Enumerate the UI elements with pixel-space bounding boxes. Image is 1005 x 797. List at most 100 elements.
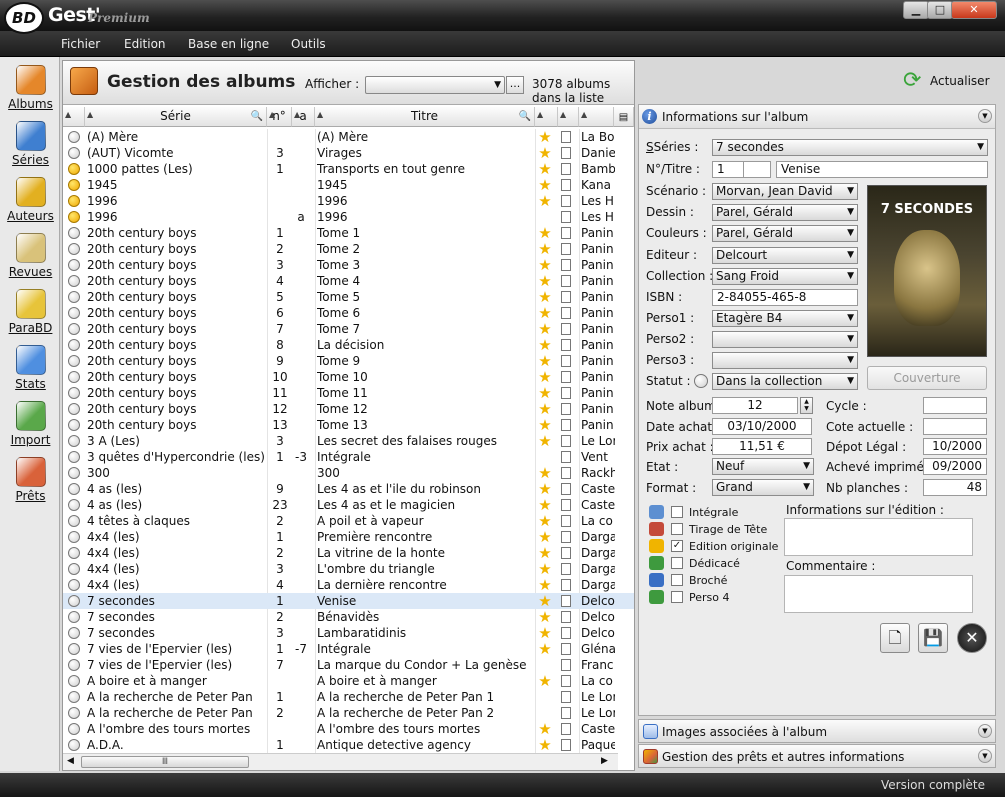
cote-field[interactable]: [923, 418, 987, 435]
table-row[interactable]: 1945 1945 ★ Kana: [63, 177, 634, 193]
table-row[interactable]: (AUT) Vicomte 3 Virages ★ Danie: [63, 145, 634, 161]
table-row[interactable]: 20th century boys 8 La décision ★ Panin: [63, 337, 634, 353]
table-row[interactable]: 7 secondes 2 Bénavidès ★ Delco: [63, 609, 634, 625]
a-column-header[interactable]: ▲ a: [292, 107, 315, 127]
collapse-icon[interactable]: ▼: [978, 109, 992, 123]
status-dot-icon[interactable]: [68, 243, 80, 255]
perso3-select[interactable]: ▼: [712, 352, 858, 369]
table-row[interactable]: 4x4 (les) 3 L'ombre du triangle ★ Darga: [63, 561, 634, 577]
comment-textarea[interactable]: [784, 575, 973, 613]
search-icon[interactable]: 🔍: [251, 107, 263, 126]
menu-base-en-ligne[interactable]: Base en ligne: [188, 37, 269, 51]
menu-edition[interactable]: Edition: [124, 37, 166, 51]
refresh-button[interactable]: ⟳ Actualiser: [903, 68, 993, 94]
table-row[interactable]: 4x4 (les) 1 Première rencontre ★ Darga: [63, 529, 634, 545]
status-dot-icon[interactable]: [68, 371, 80, 383]
checkbox-3[interactable]: [671, 557, 683, 569]
sidebar-item-revues[interactable]: Revues: [3, 233, 58, 285]
maximize-button[interactable]: □: [927, 1, 953, 19]
perso2-select[interactable]: ▼: [712, 331, 858, 348]
menu-fichier[interactable]: Fichier: [61, 37, 100, 51]
album-number-suffix-field[interactable]: [743, 161, 771, 178]
associated-images-section[interactable]: Images associées à l'album ▼: [638, 719, 996, 743]
scroll-thumb[interactable]: Ⅲ: [81, 756, 249, 768]
edition-column-header[interactable]: ▲: [535, 107, 558, 127]
date-field[interactable]: 03/10/2000: [712, 418, 812, 435]
serie-column-header[interactable]: ▲ Série 🔍: [85, 107, 267, 127]
expand-icon[interactable]: ▼: [978, 724, 992, 738]
statut-radio-icon[interactable]: [694, 374, 708, 388]
status-dot-icon[interactable]: [68, 675, 80, 687]
table-row[interactable]: 300 300 ★ Rackh: [63, 465, 634, 481]
minimize-button[interactable]: ▁: [903, 1, 929, 19]
edition-info-textarea[interactable]: [784, 518, 973, 556]
table-row[interactable]: A la recherche de Peter Pan 1 A la recherc…: [63, 689, 634, 705]
sidebar-item-parabd[interactable]: ParaBD: [3, 289, 58, 341]
delete-button[interactable]: ✕: [957, 623, 987, 653]
table-row[interactable]: 1996 a 1996 Les H: [63, 209, 634, 225]
save-button[interactable]: 💾: [918, 623, 948, 653]
status-dot-icon[interactable]: [68, 403, 80, 415]
status-dot-icon[interactable]: [68, 563, 80, 575]
table-row[interactable]: 20th century boys 11 Tome 11 ★ Panin: [63, 385, 634, 401]
table-row[interactable]: 20th century boys 1 Tome 1 ★ Panin: [63, 225, 634, 241]
table-row[interactable]: A la recherche de Peter Pan 2 A la recherc…: [63, 705, 634, 721]
status-dot-icon[interactable]: [68, 691, 80, 703]
filter-more-button[interactable]: ...: [506, 76, 524, 94]
titre-column-header[interactable]: ▲ Titre 🔍: [315, 107, 535, 127]
doc-column-header[interactable]: ▲: [558, 107, 579, 127]
table-row[interactable]: 4 as (les) 9 Les 4 as et l'ile du robinson…: [63, 481, 634, 497]
status-dot-icon[interactable]: [68, 259, 80, 271]
sidebar-item-auteurs[interactable]: Auteurs: [3, 177, 58, 229]
table-row[interactable]: 20th century boys 10 Tome 10 ★ Panin: [63, 369, 634, 385]
table-row[interactable]: 20th century boys 5 Tome 5 ★ Panin: [63, 289, 634, 305]
cover-button[interactable]: Couverture: [867, 366, 987, 390]
perso1-select[interactable]: Etagère B4 ▼: [712, 310, 858, 327]
status-dot-icon[interactable]: [68, 515, 80, 527]
status-dot-icon[interactable]: [68, 627, 80, 639]
isbn-field[interactable]: 2-84055-465-8: [712, 289, 858, 306]
table-row[interactable]: 20th century boys 6 Tome 6 ★ Panin: [63, 305, 634, 321]
table-row[interactable]: (A) Mère (A) Mère ★ La Bo: [63, 129, 634, 145]
dessin-select[interactable]: Parel, Gérald ▼: [712, 204, 858, 221]
series-select[interactable]: 7 secondes ▼: [712, 139, 988, 156]
status-dot-icon[interactable]: [68, 547, 80, 559]
album-number-field[interactable]: 1: [712, 161, 744, 178]
acheve-field[interactable]: 09/2000: [923, 458, 987, 475]
status-dot-icon[interactable]: [68, 339, 80, 351]
status-dot-icon[interactable]: [68, 211, 80, 223]
status-dot-icon[interactable]: [68, 595, 80, 607]
num-column-header[interactable]: ▲ n°: [267, 107, 292, 127]
table-row[interactable]: 1000 pattes (Les) 1 Transports en tout gen…: [63, 161, 634, 177]
editeur-select[interactable]: Delcourt ▼: [712, 247, 858, 264]
table-row[interactable]: A boire et à manger A boire et à manger ★ L…: [63, 673, 634, 689]
status-dot-icon[interactable]: [68, 435, 80, 447]
status-dot-icon[interactable]: [68, 195, 80, 207]
status-dot-icon[interactable]: [68, 531, 80, 543]
depot-field[interactable]: 10/2000: [923, 438, 987, 455]
table-row[interactable]: 20th century boys 3 Tome 3 ★ Panin: [63, 257, 634, 273]
prix-field[interactable]: 11,51 €: [712, 438, 812, 455]
sidebar-item-prets[interactable]: Prêts: [3, 457, 58, 509]
status-dot-icon[interactable]: [68, 291, 80, 303]
planches-field[interactable]: 48: [923, 479, 987, 496]
table-row[interactable]: 20th century boys 7 Tome 7 ★ Panin: [63, 321, 634, 337]
table-row[interactable]: 4 as (les) 23 Les 4 as et le magicien ★ Cast…: [63, 497, 634, 513]
table-row[interactable]: 20th century boys 4 Tome 4 ★ Panin: [63, 273, 634, 289]
expand-icon[interactable]: ▼: [978, 749, 992, 763]
table-row[interactable]: 4x4 (les) 4 La dernière rencontre ★ Darga: [63, 577, 634, 593]
status-dot-icon[interactable]: [68, 147, 80, 159]
format-select[interactable]: Grand ▼: [712, 479, 814, 496]
status-dot-icon[interactable]: [68, 387, 80, 399]
new-album-button[interactable]: 🗋: [880, 623, 910, 653]
loans-section[interactable]: Gestion des prêts et autres informations…: [638, 744, 996, 768]
statut-select[interactable]: Dans la collection ▼: [712, 373, 858, 390]
checkbox-0[interactable]: [671, 506, 683, 518]
status-dot-icon[interactable]: [68, 307, 80, 319]
table-row[interactable]: 7 secondes 1 Venise ★ Delco: [63, 593, 634, 609]
status-dot-icon[interactable]: [68, 275, 80, 287]
scroll-left-icon[interactable]: ◀: [67, 756, 74, 766]
status-dot-icon[interactable]: [68, 355, 80, 367]
status-dot-icon[interactable]: [68, 499, 80, 511]
checkbox-2[interactable]: ✓: [671, 540, 683, 552]
